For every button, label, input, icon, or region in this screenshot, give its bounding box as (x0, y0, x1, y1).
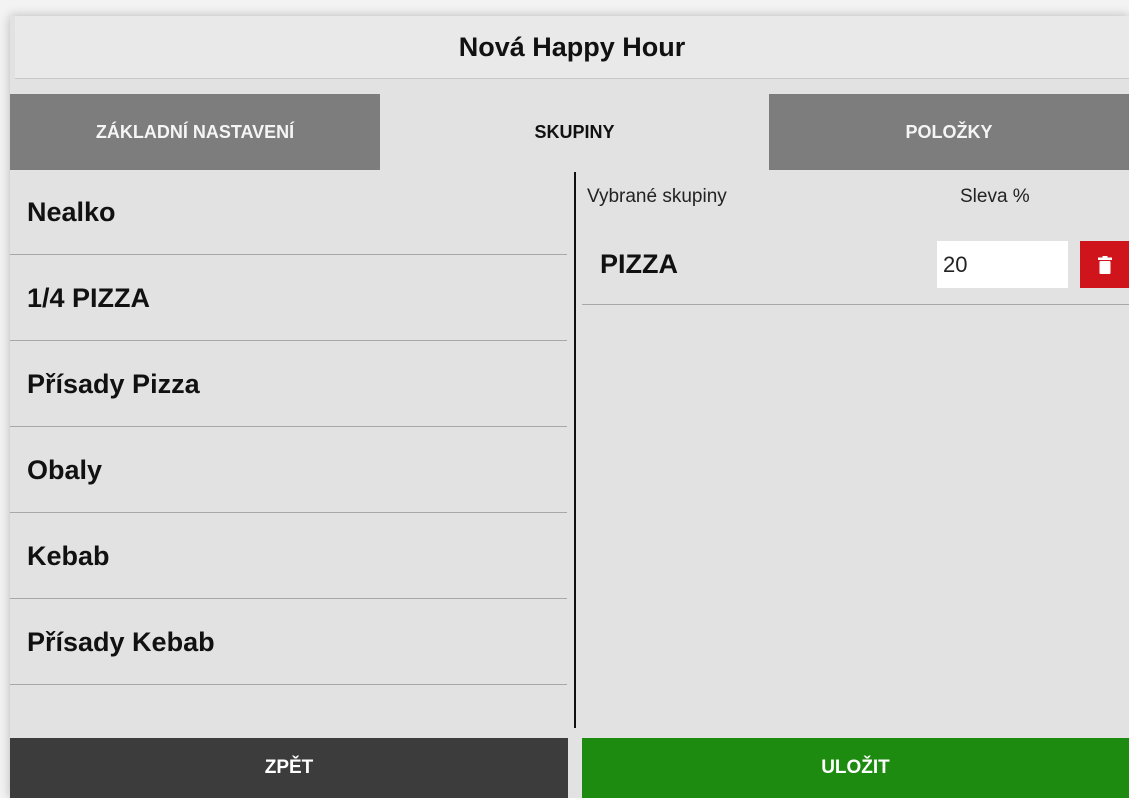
happy-hour-dialog: Nová Happy Hour ZÁKLADNÍ NASTAVENÍ SKUPI… (10, 16, 1129, 798)
save-button[interactable]: ULOŽIT (582, 738, 1129, 798)
back-button[interactable]: ZPĚT (10, 738, 568, 798)
dialog-title: Nová Happy Hour (15, 16, 1129, 79)
group-item-quarter-pizza[interactable]: 1/4 PIZZA (10, 256, 567, 341)
group-item-prisady-kebab[interactable]: Přísady Kebab (10, 600, 567, 685)
panel-divider (574, 172, 576, 728)
selected-group-row: PIZZA (582, 234, 1129, 305)
group-item-prisady-pizza[interactable]: Přísady Pizza (10, 342, 567, 427)
tab-groups[interactable]: SKUPINY (389, 94, 760, 170)
selected-group-name: PIZZA (600, 248, 678, 279)
selected-groups-panel: Vybrané skupiny Sleva % PIZZA (582, 170, 1129, 730)
delete-group-button[interactable] (1080, 241, 1129, 288)
tab-basic-settings[interactable]: ZÁKLADNÍ NASTAVENÍ (10, 94, 380, 170)
available-groups-list: Nealko 1/4 PIZZA Přísady Pizza Obaly Keb… (10, 170, 567, 730)
tab-items[interactable]: POLOŽKY (769, 94, 1129, 170)
group-item-obaly[interactable]: Obaly (10, 428, 567, 513)
trash-icon (1097, 255, 1112, 274)
group-item-kebab[interactable]: Kebab (10, 514, 567, 599)
selected-groups-header: Vybrané skupiny (587, 186, 727, 207)
discount-header: Sleva % (960, 186, 1030, 207)
discount-input[interactable] (937, 241, 1068, 288)
group-item-nealko[interactable]: Nealko (10, 170, 567, 255)
